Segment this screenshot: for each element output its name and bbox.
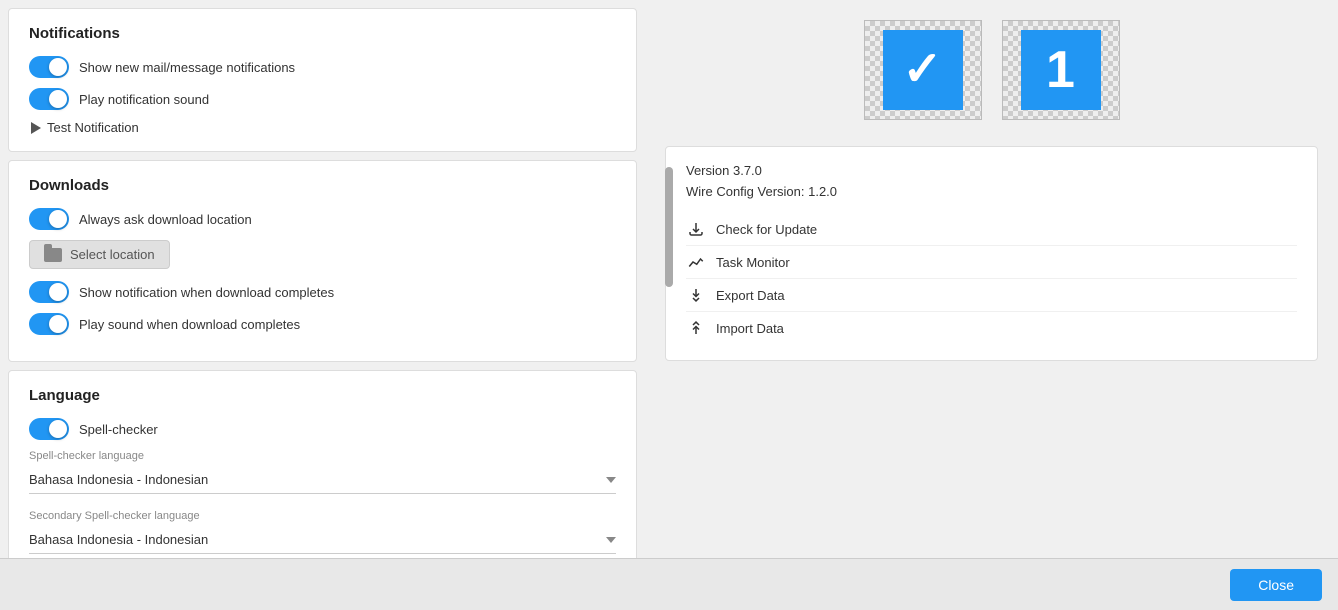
chevron-down-icon bbox=[606, 477, 616, 483]
chart-icon bbox=[686, 252, 706, 272]
chevron-down-icon-2 bbox=[606, 537, 616, 543]
secondary-spell-checker-value: Bahasa Indonesia - Indonesian bbox=[29, 532, 208, 547]
language-title: Language bbox=[29, 387, 616, 404]
spell-checker-language-value: Bahasa Indonesia - Indonesian bbox=[29, 472, 208, 487]
check-update-label: Check for Update bbox=[716, 222, 817, 237]
spell-checker-language-label: Spell-checker language bbox=[29, 450, 616, 462]
notifications-title: Notifications bbox=[29, 25, 616, 42]
show-notif-row: Show notification when download complete… bbox=[29, 281, 616, 303]
play-sound-row: Play notification sound bbox=[29, 88, 616, 110]
play-sound-label: Play notification sound bbox=[79, 92, 209, 107]
spell-checker-language-dropdown[interactable]: Bahasa Indonesia - Indonesian bbox=[29, 466, 616, 494]
ask-location-label: Always ask download location bbox=[79, 212, 252, 227]
number-app-icon: 1 bbox=[1021, 30, 1101, 110]
ask-location-row: Always ask download location bbox=[29, 208, 616, 230]
app-icons-row: ✓ 1 bbox=[665, 10, 1318, 130]
scrollbar-thumb[interactable] bbox=[665, 167, 673, 287]
spell-checker-label: Spell-checker bbox=[79, 422, 158, 437]
export-icon bbox=[686, 285, 706, 305]
spell-checker-language-container: Spell-checker language Bahasa Indonesia … bbox=[29, 450, 616, 494]
version-text: Version 3.7.0 bbox=[686, 163, 1297, 178]
show-mail-toggle[interactable] bbox=[29, 56, 69, 78]
show-notif-toggle[interactable] bbox=[29, 281, 69, 303]
left-panel: Notifications Show new mail/message noti… bbox=[0, 0, 645, 558]
config-version-text: Wire Config Version: 1.2.0 bbox=[686, 184, 1297, 199]
close-button[interactable]: Close bbox=[1230, 569, 1322, 601]
info-card: Version 3.7.0 Wire Config Version: 1.2.0… bbox=[665, 146, 1318, 361]
show-notif-label: Show notification when download complete… bbox=[79, 285, 334, 300]
checkmark-symbol: ✓ bbox=[902, 46, 942, 94]
check-update-row[interactable]: Check for Update bbox=[686, 213, 1297, 245]
export-data-label: Export Data bbox=[716, 288, 785, 303]
secondary-spell-checker-container: Secondary Spell-checker language Bahasa … bbox=[29, 510, 616, 554]
select-location-button[interactable]: Select location bbox=[29, 240, 170, 269]
spell-checker-row: Spell-checker bbox=[29, 418, 616, 440]
import-data-row[interactable]: Import Data bbox=[686, 311, 1297, 344]
folder-icon bbox=[44, 248, 62, 262]
task-monitor-row[interactable]: Task Monitor bbox=[686, 245, 1297, 278]
number-app-icon-container: 1 bbox=[1002, 20, 1120, 120]
play-icon bbox=[31, 122, 41, 134]
import-icon bbox=[686, 318, 706, 338]
play-sound-toggle[interactable] bbox=[29, 88, 69, 110]
ask-location-toggle[interactable] bbox=[29, 208, 69, 230]
test-notification-label: Test Notification bbox=[47, 120, 139, 135]
number-symbol: 1 bbox=[1046, 40, 1075, 100]
downloads-title: Downloads bbox=[29, 177, 616, 194]
test-notification-row[interactable]: Test Notification bbox=[29, 120, 616, 135]
task-monitor-label: Task Monitor bbox=[716, 255, 790, 270]
select-location-label: Select location bbox=[70, 247, 155, 262]
spell-checker-toggle[interactable] bbox=[29, 418, 69, 440]
right-panel: ✓ 1 Version 3.7.0 Wire Config Version: 1… bbox=[645, 0, 1338, 558]
checkbox-app-icon-container: ✓ bbox=[864, 20, 982, 120]
show-mail-row: Show new mail/message notifications bbox=[29, 56, 616, 78]
checkbox-app-icon: ✓ bbox=[883, 30, 963, 110]
import-data-label: Import Data bbox=[716, 321, 784, 336]
downloads-section: Downloads Always ask download location S… bbox=[8, 160, 637, 362]
secondary-spell-checker-label: Secondary Spell-checker language bbox=[29, 510, 616, 522]
show-mail-label: Show new mail/message notifications bbox=[79, 60, 295, 75]
download-icon bbox=[686, 219, 706, 239]
footer: Close bbox=[0, 558, 1338, 610]
export-data-row[interactable]: Export Data bbox=[686, 278, 1297, 311]
secondary-spell-checker-dropdown[interactable]: Bahasa Indonesia - Indonesian bbox=[29, 526, 616, 554]
notifications-section: Notifications Show new mail/message noti… bbox=[8, 8, 637, 152]
play-download-sound-label: Play sound when download completes bbox=[79, 317, 300, 332]
play-download-sound-row: Play sound when download completes bbox=[29, 313, 616, 335]
play-download-sound-toggle[interactable] bbox=[29, 313, 69, 335]
language-section: Language Spell-checker Spell-checker lan… bbox=[8, 370, 637, 558]
